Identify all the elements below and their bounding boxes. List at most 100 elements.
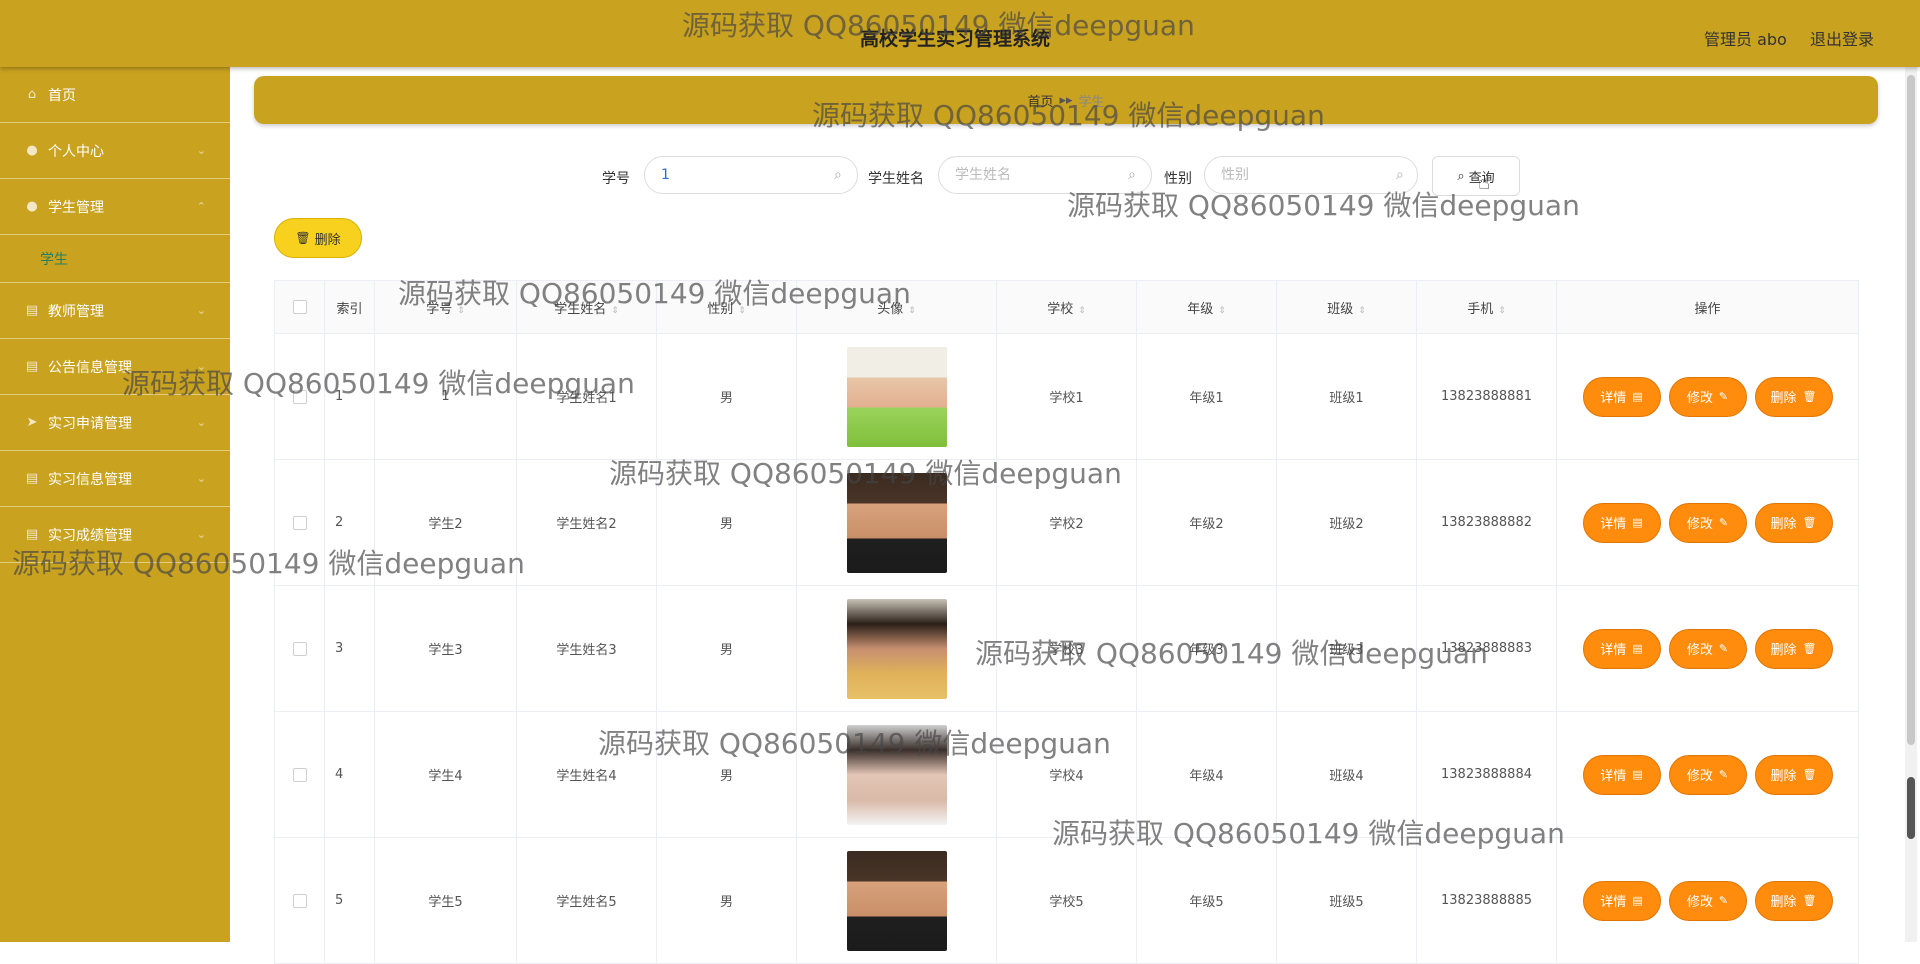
row-checkbox[interactable] <box>274 459 325 586</box>
chevron-down-icon: ⌄ <box>196 144 206 157</box>
avatar-cell <box>796 459 997 586</box>
column-header-student-name[interactable]: 学生姓名 ⇕ <box>516 280 657 334</box>
edit-icon: ✎ <box>1718 516 1729 529</box>
user-icon: ● <box>26 143 38 158</box>
column-header-gender[interactable]: 性别 ⇕ <box>656 280 797 334</box>
avatar[interactable] <box>846 472 947 573</box>
actions-cell: 详情 ▤ 修改 ✎ 删除 🗑 <box>1556 711 1859 838</box>
column-header-avatar[interactable]: 头像 ⇕ <box>796 280 997 334</box>
column-header-student-id[interactable]: 学号 ⇕ <box>374 280 517 334</box>
column-header-school[interactable]: 学校 ⇕ <box>996 280 1137 334</box>
detail-button[interactable]: 详情 ▤ <box>1582 880 1661 921</box>
column-header-class[interactable]: 班级 ⇕ <box>1276 280 1417 334</box>
column-header-index: 索引 <box>324 280 375 334</box>
sidebar-item-label: 实习信息管理 <box>48 471 132 488</box>
grade-cell: 年级3 <box>1136 585 1277 712</box>
detail-button[interactable]: 详情 ▤ <box>1582 502 1661 543</box>
detail-button[interactable]: 详情 ▤ <box>1582 754 1661 795</box>
sidebar-item-label: 实习成绩管理 <box>48 527 132 544</box>
student-id-cell: 学生3 <box>374 585 517 712</box>
sidebar-item-home[interactable]: ⌂ 首页 <box>0 67 230 123</box>
avatar[interactable] <box>846 598 947 699</box>
avatar-cell <box>796 585 997 712</box>
trash-icon: 🗑 <box>1802 768 1817 781</box>
sidebar-subitem-student[interactable]: 学生 <box>0 235 230 283</box>
avatar[interactable] <box>846 346 947 447</box>
sort-icon: ⇕ <box>1218 305 1226 316</box>
page-scrollbar[interactable] <box>1905 67 1917 942</box>
column-header-phone[interactable]: 手机 ⇕ <box>1416 280 1557 334</box>
school-cell: 学校5 <box>996 837 1137 964</box>
student-name-cell: 学生姓名4 <box>516 711 657 838</box>
scrollbar-track-fill <box>1907 75 1915 745</box>
scrollbar-thumb[interactable] <box>1907 777 1915 839</box>
sidebar-item-label: 个人中心 <box>48 143 104 160</box>
edit-icon: ✎ <box>1718 390 1729 403</box>
table-header-row: 索引 学号 ⇕ 学生姓名 ⇕ 性别 ⇕ 头像 ⇕ 学校 ⇕ 年级 ⇕ 班级 ⇕ 手机 ⇕ 操作 <box>274 280 1859 334</box>
edit-button[interactable]: 修改 ✎ <box>1668 628 1747 669</box>
actions-cell: 详情 ▤ 修改 ✎ 删除 🗑 <box>1556 333 1859 460</box>
phone-cell: 13823888884 <box>1416 711 1557 838</box>
sidebar-item-label: 首页 <box>48 87 76 104</box>
sidebar-item-internship-scores[interactable]: ▤ 实习成绩管理 ⌄ <box>0 507 230 563</box>
column-header-actions: 操作 <box>1556 280 1859 334</box>
edit-icon: ✎ <box>1718 894 1729 907</box>
breadcrumb-home[interactable]: 首页 <box>1027 91 1053 110</box>
row-checkbox[interactable] <box>274 333 325 460</box>
phone-cell: 13823888881 <box>1416 333 1557 460</box>
delete-button-label: 删除 <box>1770 643 1797 658</box>
delete-button[interactable]: 删除 🗑 <box>1754 628 1833 669</box>
send-icon: ➤ <box>26 415 38 430</box>
delete-button[interactable]: 删除 🗑 <box>1754 754 1833 795</box>
edit-button[interactable]: 修改 ✎ <box>1668 502 1747 543</box>
sidebar-item-label: 公告信息管理 <box>48 359 132 376</box>
student-name-cell: 学生姓名1 <box>516 333 657 460</box>
edit-button-label: 修改 <box>1686 391 1713 406</box>
select-all-checkbox[interactable] <box>274 280 325 334</box>
table-row: 2 学生2 学生姓名2 男 学校2 年级2 班级2 13823888882 详情 ▤ 修改 ✎ 删除 🗑 <box>274 459 1859 586</box>
edit-button[interactable]: 修改 ✎ <box>1668 376 1747 417</box>
delete-button[interactable]: 删除 🗑 <box>1754 502 1833 543</box>
delete-button[interactable]: 删除 🗑 <box>1754 376 1833 417</box>
table-row: 4 学生4 学生姓名4 男 学校4 年级4 班级4 13823888884 详情 ▤ 修改 ✎ 删除 🗑 <box>274 711 1859 838</box>
edit-button[interactable]: 修改 ✎ <box>1668 880 1747 921</box>
delete-button-label: 删除 <box>1770 895 1797 910</box>
batch-delete-button[interactable]: 🗑 删除 <box>274 218 362 258</box>
sidebar-item-internship-apply[interactable]: ➤ 实习申请管理 ⌄ <box>0 395 230 451</box>
grade-cell: 年级1 <box>1136 333 1277 460</box>
detail-button[interactable]: 详情 ▤ <box>1582 376 1661 417</box>
delete-button[interactable]: 删除 🗑 <box>1754 880 1833 921</box>
logout-link[interactable]: 退出登录 <box>1810 26 1874 50</box>
row-index: 4 <box>324 711 375 838</box>
student-id-cell: 学生2 <box>374 459 517 586</box>
search-icon: ⌕ <box>1457 168 1465 184</box>
edit-button[interactable]: 修改 ✎ <box>1668 754 1747 795</box>
delete-button-label: 删除 <box>1770 517 1797 532</box>
detail-button[interactable]: 详情 ▤ <box>1582 628 1661 669</box>
row-checkbox[interactable] <box>274 837 325 964</box>
avatar-cell <box>796 711 997 838</box>
column-header-grade[interactable]: 年级 ⇕ <box>1136 280 1277 334</box>
avatar[interactable] <box>846 850 947 951</box>
detail-button-label: 详情 <box>1600 643 1627 658</box>
gender-label: 性别 <box>1164 171 1192 187</box>
sidebar-item-students[interactable]: ● 学生管理 ⌃ <box>0 179 230 235</box>
batch-delete-label: 删除 <box>314 232 341 248</box>
search-icon: ⌕ <box>834 167 842 183</box>
row-checkbox[interactable] <box>274 585 325 712</box>
actions-cell: 详情 ▤ 修改 ✎ 删除 🗑 <box>1556 459 1859 586</box>
student-name-input[interactable] <box>938 156 1152 194</box>
trash-icon: 🗑 <box>1802 516 1817 529</box>
student-name-cell: 学生姓名5 <box>516 837 657 964</box>
sidebar-item-notices[interactable]: ▤ 公告信息管理 ⌄ <box>0 339 230 395</box>
avatar[interactable] <box>846 724 947 825</box>
sidebar-item-internship-info[interactable]: ▤ 实习信息管理 ⌄ <box>0 451 230 507</box>
query-button[interactable]: ⌕ 查询 <box>1432 156 1520 196</box>
gender-input[interactable] <box>1204 156 1418 194</box>
row-checkbox[interactable] <box>274 711 325 838</box>
detail-button-label: 详情 <box>1600 517 1627 532</box>
sidebar-item-teachers[interactable]: ▤ 教师管理 ⌄ <box>0 283 230 339</box>
sidebar-item-profile[interactable]: ● 个人中心 ⌄ <box>0 123 230 179</box>
class-cell: 班级2 <box>1276 459 1417 586</box>
student-id-input[interactable] <box>644 156 858 194</box>
